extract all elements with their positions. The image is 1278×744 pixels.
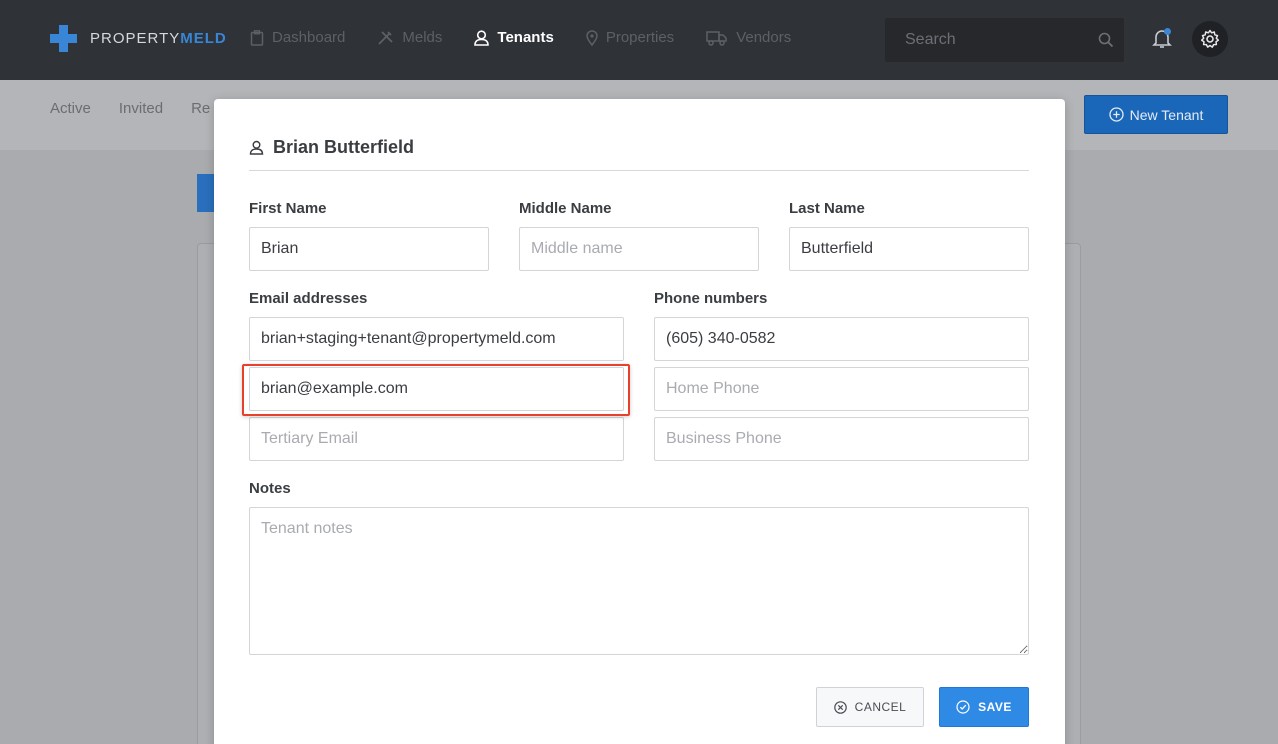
notes-label: Notes (249, 480, 291, 497)
tab-invited[interactable]: Invited (119, 100, 163, 117)
clipboard-icon (250, 29, 264, 46)
first-name-label: First Name (249, 200, 327, 217)
notes-textarea[interactable] (249, 507, 1029, 655)
nav-label: Melds (402, 29, 443, 46)
plus-circle-icon (1109, 107, 1124, 122)
cell-phone-field[interactable] (654, 317, 1029, 361)
nav-item-dashboard[interactable]: Dashboard (250, 29, 345, 46)
user-icon (474, 29, 490, 46)
save-button[interactable]: SAVE (939, 687, 1029, 727)
new-tenant-label: New Tenant (1129, 106, 1204, 123)
first-name-field[interactable] (249, 227, 489, 271)
tenant-tabs: Active Invited Re (50, 100, 238, 117)
truck-icon (706, 30, 727, 46)
nav-item-melds[interactable]: Melds (377, 29, 442, 46)
secondary-email-field[interactable] (249, 367, 624, 411)
nav-label: Dashboard (272, 29, 346, 46)
cancel-button[interactable]: CANCEL (816, 687, 924, 727)
last-name-field[interactable] (789, 227, 1029, 271)
middle-name-label: Middle Name (519, 200, 612, 217)
business-phone-field[interactable] (654, 417, 1029, 461)
phone-numbers-label: Phone numbers (654, 290, 768, 307)
close-circle-icon (833, 700, 847, 714)
modal-title: Brian Butterfield (249, 137, 414, 158)
new-tenant-button[interactable]: New Tenant (1084, 95, 1228, 134)
user-icon (249, 140, 264, 155)
notification-dot (1164, 28, 1171, 35)
tab-active[interactable]: Active (50, 100, 91, 117)
nav-label: Tenants (497, 29, 554, 46)
tertiary-email-field[interactable] (249, 417, 624, 461)
edit-tenant-modal: Brian Butterfield First Name Middle Name… (214, 99, 1065, 744)
search-icon[interactable] (1098, 32, 1114, 48)
main-nav: Dashboard Melds Tenants Properties Vendo… (250, 29, 823, 46)
map-pin-icon (586, 29, 598, 46)
nav-item-properties[interactable]: Properties (586, 29, 674, 46)
search-input[interactable] (885, 18, 1085, 62)
middle-name-field[interactable] (519, 227, 759, 271)
tab-re[interactable]: Re (191, 100, 210, 117)
nav-item-tenants[interactable]: Tenants (474, 29, 554, 46)
tools-icon (378, 30, 394, 45)
nav-label: Vendors (736, 29, 792, 46)
settings-button[interactable] (1192, 21, 1228, 57)
tenant-name: Brian Butterfield (273, 137, 415, 157)
nav-label: Properties (605, 29, 675, 46)
gear-icon (1200, 29, 1220, 48)
last-name-label: Last Name (789, 200, 865, 217)
cancel-label: CANCEL (854, 700, 907, 714)
logo-mark-icon (50, 25, 77, 52)
title-divider (249, 170, 1029, 171)
check-circle-icon (956, 700, 970, 714)
logo-text: PROPERTYMELD (90, 30, 227, 47)
primary-email-field[interactable] (249, 317, 624, 361)
nav-item-vendors[interactable]: Vendors (706, 29, 791, 46)
search-box (885, 18, 1124, 62)
top-navbar: PROPERTYMELD Dashboard Melds Tenants Pro… (0, 0, 1278, 80)
home-phone-field[interactable] (654, 367, 1029, 411)
email-addresses-label: Email addresses (249, 290, 368, 307)
logo[interactable]: PROPERTYMELD (50, 25, 227, 52)
save-label: SAVE (978, 700, 1012, 714)
